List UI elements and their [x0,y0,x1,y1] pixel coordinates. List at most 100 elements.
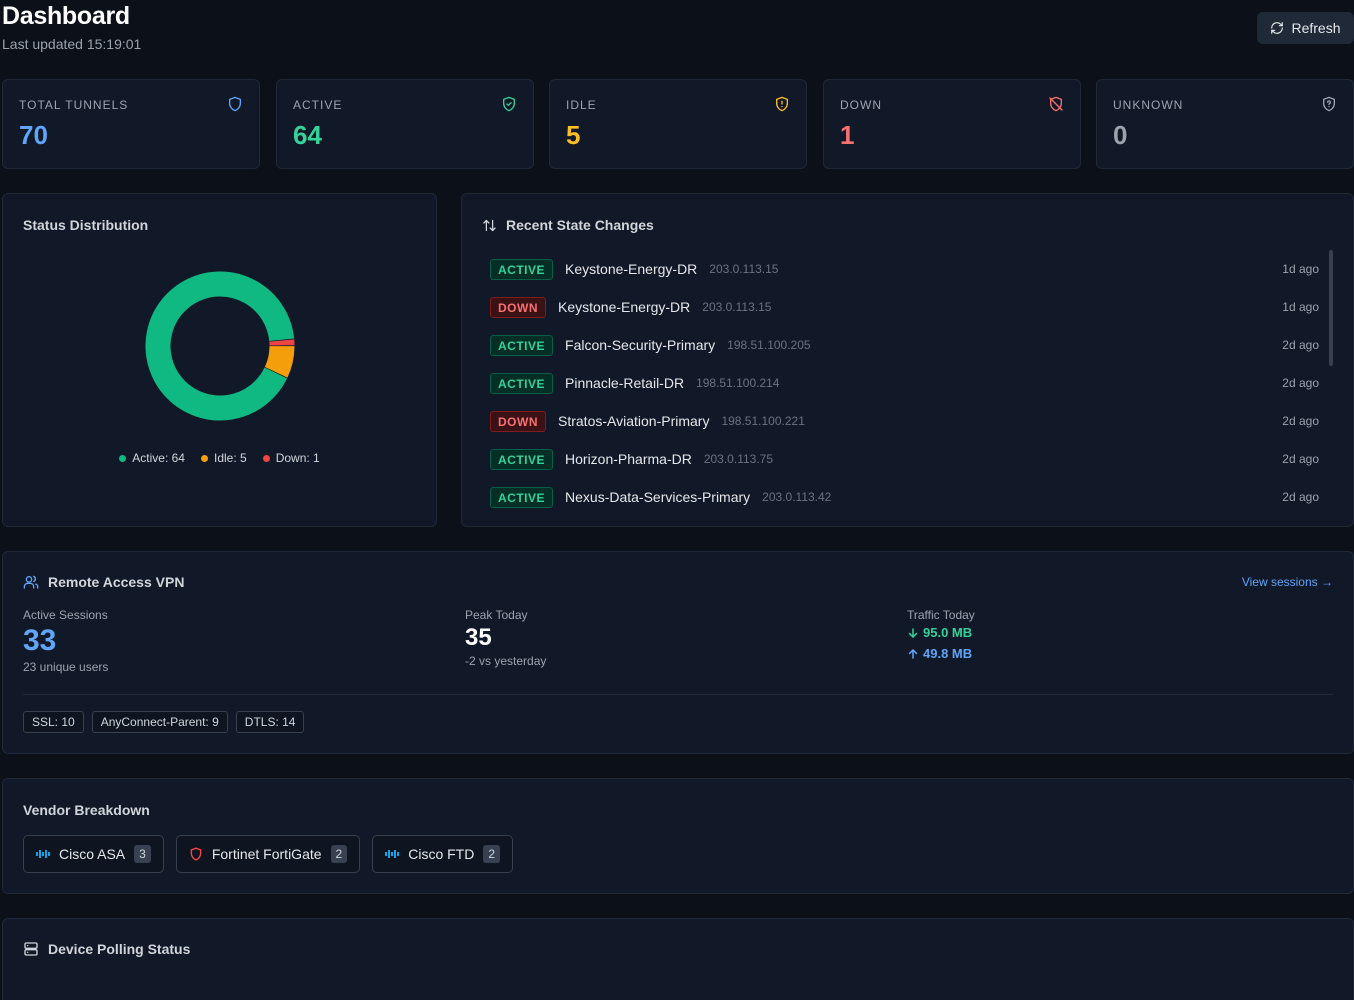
protocol-tag: DTLS: 14 [235,711,305,733]
stat-card-idle: IDLE 5 [549,79,807,169]
vendor-name: Cisco ASA [59,846,126,862]
shield-check-icon [503,96,515,112]
traffic-up-row: 49.8 MB [907,646,975,661]
time-ago: 2d ago [1282,338,1319,352]
vpn-header: Remote Access VPN [23,574,184,590]
traffic-down-row: 95.0 MB [907,625,975,640]
remote-access-vpn-panel: Remote Access VPN View sessions → Active… [2,551,1354,754]
list-item[interactable]: DOWN Keystone-Energy-DR 203.0.113.15 1d ago [490,288,1319,326]
stat-label: ACTIVE [293,98,343,112]
list-item[interactable]: ACTIVE Horizon-Pharma-DR 203.0.113.75 2d ag… [490,440,1319,478]
vendor-item-fortinet-fortigate[interactable]: Fortinet FortiGate 2 [175,835,361,873]
stat-card-unknown: UNKNOWN 0 [1096,79,1354,169]
time-ago: 2d ago [1282,490,1319,504]
vendor-name: Cisco FTD [408,846,475,862]
traffic-up-value: 49.8 MB [923,646,973,661]
list-item[interactable]: ACTIVE Pinnacle-Retail-DR 198.51.100.214 2d… [490,364,1319,402]
device-polling-panel: Device Polling Status [2,918,1354,1000]
time-ago: 1d ago [1282,300,1319,314]
stat-label: IDLE [566,98,597,112]
donut-slice-idle[interactable] [264,345,295,378]
protocol-tag: AnyConnect-Parent: 9 [91,711,228,733]
tunnel-ip: 203.0.113.42 [762,490,832,504]
stat-value: 5 [566,120,581,150]
peak-delta: -2 vs yesterday [465,654,547,668]
tunnel-ip: 198.51.100.205 [727,338,811,352]
status-donut-chart [145,271,295,421]
tunnel-name: Nexus-Data-Services-Primary [565,489,751,505]
scrollbar-thumb[interactable] [1329,250,1333,366]
traffic-down-value: 95.0 MB [923,625,973,640]
legend-item-active: Active: 64 [119,451,185,465]
peak-today-block: Peak Today 35 -2 vs yesterday [465,608,546,668]
tunnel-name: Horizon-Pharma-DR [565,451,692,467]
vendor-item-cisco-ftd[interactable]: Cisco FTD 2 [372,835,514,873]
stat-value: 1 [840,120,855,150]
section-title: Recent State Changes [506,217,654,233]
vendor-item-cisco-asa[interactable]: Cisco ASA 3 [23,835,164,873]
section-title: Remote Access VPN [48,574,185,590]
vendor-list: Cisco ASA 3 Fortinet FortiGate 2 Cisco F… [23,835,514,873]
server-icon [24,942,38,956]
tunnel-ip: 203.0.113.15 [702,300,772,314]
status-badge: ACTIVE [490,334,554,356]
view-sessions-link[interactable]: View sessions → [1242,575,1333,589]
legend-item-idle: Idle: 5 [200,451,247,465]
protocol-tag: SSL: 10 [23,711,84,733]
time-ago: 2d ago [1282,376,1319,390]
tunnel-name: Pinnacle-Retail-DR [565,375,685,391]
stat-card-active: ACTIVE 64 [276,79,534,169]
recent-changes-header: Recent State Changes [482,217,654,233]
section-title: Status Distribution [23,217,149,233]
list-item[interactable]: ACTIVE Falcon-Security-Primary 198.51.100.… [490,326,1319,364]
section-title: Vendor Breakdown [23,802,150,818]
time-ago: 2d ago [1282,452,1319,466]
status-badge: ACTIVE [490,448,554,470]
shield-question-icon [1323,96,1335,112]
arrow-down-icon [908,627,918,638]
shield-off-icon [1049,96,1063,112]
cisco-icon [36,850,50,858]
state-changes-list: ACTIVE Keystone-Energy-DR 203.0.113.15 1d a… [490,250,1319,516]
divider [23,694,1333,695]
legend-dot [200,454,208,462]
cisco-icon [385,850,400,858]
stat-label: UNKNOWN [1113,98,1184,112]
legend-dot [119,454,127,462]
vendor-count: 3 [134,845,151,863]
refresh-label: Refresh [1291,20,1341,36]
status-badge: ACTIVE [490,486,554,508]
donut-slice-active[interactable] [145,271,295,421]
stat-card-down: DOWN 1 [823,79,1081,169]
legend-label: Idle: 5 [213,451,247,465]
list-item[interactable]: DOWN Stratos-Aviation-Primary 198.51.100.2… [490,402,1319,440]
users-icon [23,575,39,589]
peak-label: Peak Today [465,608,528,622]
legend-dot [262,454,270,462]
tunnel-name: Stratos-Aviation-Primary [558,413,710,429]
traffic-label: Traffic Today [907,608,975,622]
tunnel-ip: 203.0.113.15 [709,262,779,276]
fortinet-icon [190,847,202,861]
legend-label: Down: 1 [275,451,320,465]
chart-legend: Active: 64 Idle: 5 Down: 1 [3,451,436,465]
status-badge: DOWN [490,410,546,432]
status-distribution-panel: Status Distribution Active: 64 Idle: 5 D… [2,193,437,527]
shield-icon [229,96,241,112]
time-ago: 2d ago [1282,414,1319,428]
legend-item-down: Down: 1 [262,451,320,465]
arrows-up-down-icon [483,219,496,231]
list-item[interactable]: ACTIVE Keystone-Energy-DR 203.0.113.15 1d a… [490,250,1319,288]
stat-label: TOTAL TUNNELS [19,98,129,112]
arrow-up-icon [908,648,918,659]
tunnel-ip: 198.51.100.221 [721,414,805,428]
refresh-button[interactable]: Refresh [1257,12,1354,44]
stat-label: DOWN [840,98,882,112]
active-sessions-value: 33 [23,624,57,657]
list-item[interactable]: ACTIVE Nexus-Data-Services-Primary 203.0.1… [490,478,1319,516]
recent-changes-panel: Recent State Changes ACTIVE Keystone-Ener… [461,193,1354,527]
tunnel-ip: 198.51.100.214 [696,376,780,390]
status-badge: DOWN [490,296,546,318]
legend-label: Active: 64 [132,451,185,465]
time-ago: 1d ago [1282,262,1319,276]
